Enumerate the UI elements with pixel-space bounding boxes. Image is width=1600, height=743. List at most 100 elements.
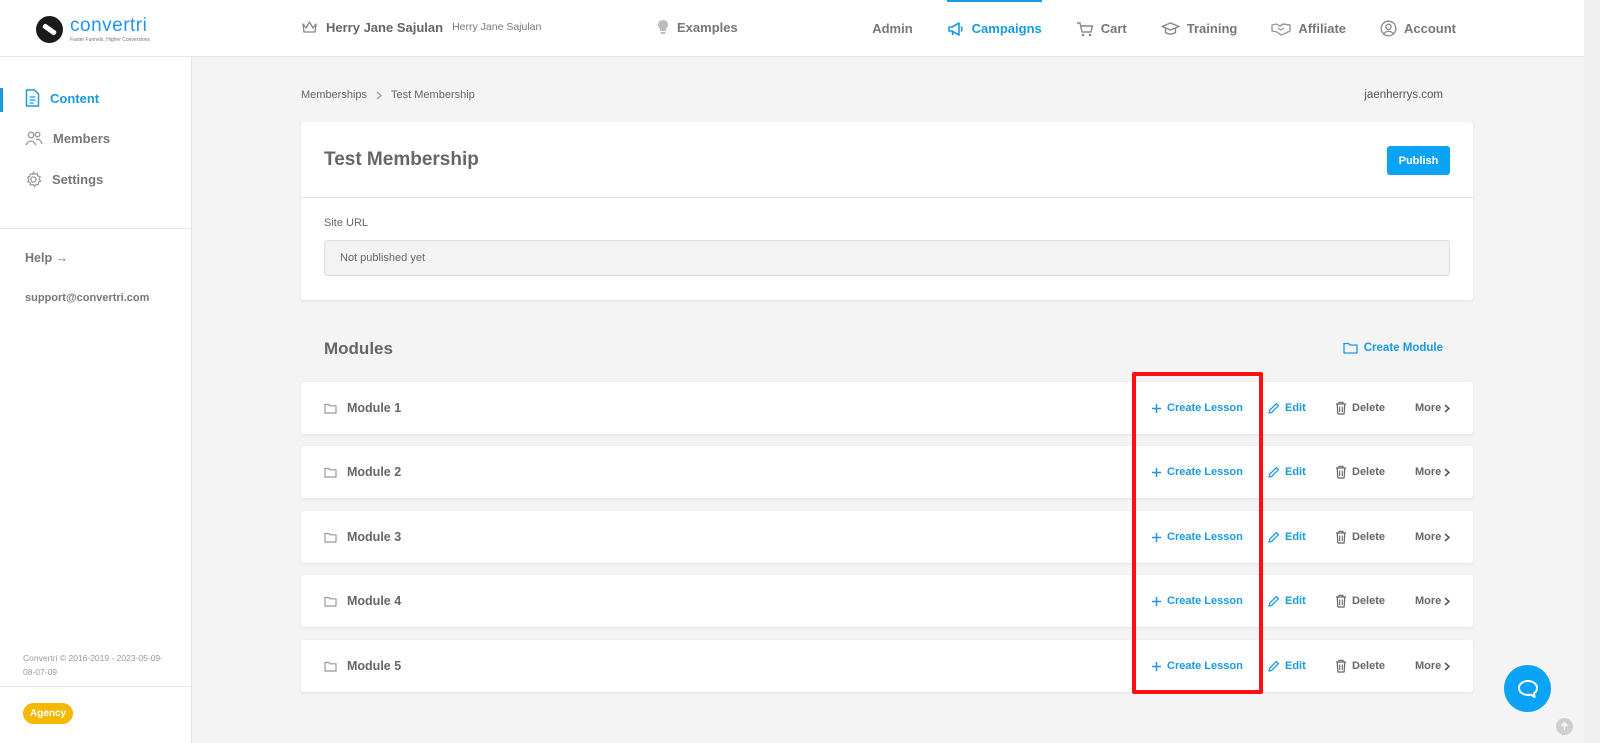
nav-account-label: Account bbox=[1404, 21, 1456, 36]
module-title[interactable]: Module 5 bbox=[324, 640, 401, 692]
crown-icon bbox=[301, 19, 318, 35]
nav-account[interactable]: Account bbox=[1380, 0, 1456, 57]
domain-link[interactable]: jaenherrys.com bbox=[1364, 89, 1443, 101]
page-scrollbar[interactable] bbox=[1584, 0, 1600, 743]
create-lesson-button[interactable]: Create Lesson bbox=[1151, 511, 1243, 563]
delete-module-button[interactable]: Delete bbox=[1335, 511, 1385, 563]
copyright-text: Convertri © 2016-2019 - 2023-05-09-08-07… bbox=[23, 653, 163, 677]
breadcrumb: Memberships Test Membership bbox=[301, 89, 475, 101]
module-title[interactable]: Module 3 bbox=[324, 511, 401, 563]
module-row[interactable]: Module 1 Create Lesson Edit Delete More bbox=[301, 382, 1473, 434]
publish-button[interactable]: Publish bbox=[1387, 146, 1450, 175]
more-module-button[interactable]: More bbox=[1415, 382, 1451, 434]
edit-module-button[interactable]: Edit bbox=[1267, 511, 1306, 563]
cart-icon bbox=[1076, 21, 1094, 37]
examples-label: Examples bbox=[677, 19, 738, 35]
examples-link[interactable]: Examples bbox=[657, 19, 738, 35]
sidebar-divider bbox=[0, 228, 191, 229]
folder-icon bbox=[324, 532, 337, 543]
pencil-icon bbox=[1267, 402, 1280, 415]
nav-cart[interactable]: Cart bbox=[1076, 0, 1127, 57]
chat-bubble-icon bbox=[1517, 679, 1539, 699]
sidebar-item-members[interactable]: Members bbox=[25, 130, 110, 146]
pencil-icon bbox=[1267, 466, 1280, 479]
edit-label: Edit bbox=[1285, 531, 1306, 543]
edit-label: Edit bbox=[1285, 402, 1306, 414]
folder-icon bbox=[324, 467, 337, 478]
more-module-button[interactable]: More bbox=[1415, 640, 1451, 692]
help-link[interactable]: Help → bbox=[25, 251, 68, 265]
module-name: Module 5 bbox=[347, 659, 402, 673]
module-name: Module 2 bbox=[347, 465, 402, 479]
sidebar-item-label: Settings bbox=[52, 172, 104, 187]
create-lesson-button[interactable]: Create Lesson bbox=[1151, 640, 1243, 692]
create-module-button[interactable]: Create Module bbox=[1343, 342, 1443, 354]
scroll-to-top-button[interactable] bbox=[1556, 718, 1573, 735]
edit-label: Edit bbox=[1285, 660, 1306, 672]
breadcrumb-memberships[interactable]: Memberships bbox=[301, 89, 367, 101]
sidebar: Content Members Settings Help → support@… bbox=[0, 57, 192, 743]
more-module-button[interactable]: More bbox=[1415, 446, 1451, 498]
create-lesson-label: Create Lesson bbox=[1167, 531, 1243, 543]
sidebar-active-indicator bbox=[0, 88, 3, 112]
more-module-button[interactable]: More bbox=[1415, 511, 1451, 563]
nav-admin[interactable]: Admin bbox=[872, 0, 912, 57]
edit-module-button[interactable]: Edit bbox=[1267, 575, 1306, 627]
module-title[interactable]: Module 1 bbox=[324, 382, 401, 434]
sidebar-item-settings[interactable]: Settings bbox=[25, 171, 103, 188]
more-label: More bbox=[1415, 660, 1442, 672]
module-row[interactable]: Module 4 Create Lesson Edit Delete More bbox=[301, 575, 1473, 627]
folder-icon bbox=[324, 661, 337, 672]
plus-icon bbox=[1151, 532, 1162, 543]
page-title: Test Membership bbox=[324, 149, 479, 170]
nav-campaigns[interactable]: Campaigns bbox=[946, 0, 1042, 57]
delete-module-button[interactable]: Delete bbox=[1335, 575, 1385, 627]
module-row[interactable]: Module 5 Create Lesson Edit Delete More bbox=[301, 640, 1473, 692]
create-lesson-button[interactable]: Create Lesson bbox=[1151, 575, 1243, 627]
create-lesson-label: Create Lesson bbox=[1167, 595, 1243, 607]
more-module-button[interactable]: More bbox=[1415, 575, 1451, 627]
chevron-right-icon bbox=[1444, 403, 1451, 413]
trash-icon bbox=[1335, 594, 1347, 608]
delete-module-button[interactable]: Delete bbox=[1335, 382, 1385, 434]
module-name: Module 4 bbox=[347, 594, 402, 608]
edit-label: Edit bbox=[1285, 466, 1306, 478]
folder-icon bbox=[324, 403, 337, 414]
module-row[interactable]: Module 3 Create Lesson Edit Delete More bbox=[301, 511, 1473, 563]
people-icon bbox=[25, 130, 43, 146]
convertri-logo[interactable]: convertri Faster Funnels, Higher Convers… bbox=[36, 13, 150, 45]
user-block[interactable]: Herry Jane Sajulan Herry Jane Sajulan bbox=[301, 19, 541, 35]
edit-module-button[interactable]: Edit bbox=[1267, 640, 1306, 692]
user-circle-icon bbox=[1380, 20, 1397, 37]
trash-icon bbox=[1335, 401, 1347, 415]
module-title[interactable]: Module 4 bbox=[324, 575, 401, 627]
site-url-field[interactable]: Not published yet bbox=[324, 240, 1450, 276]
agency-badge: Agency bbox=[23, 703, 74, 724]
edit-module-button[interactable]: Edit bbox=[1267, 382, 1306, 434]
main-nav: Admin Campaigns Cart Training Affiliate bbox=[872, 0, 1456, 57]
trash-icon bbox=[1335, 659, 1347, 673]
pencil-icon bbox=[1267, 660, 1280, 673]
support-email[interactable]: support@convertri.com bbox=[25, 292, 149, 304]
create-lesson-button[interactable]: Create Lesson bbox=[1151, 382, 1243, 434]
more-label: More bbox=[1415, 402, 1442, 414]
pencil-icon bbox=[1267, 595, 1280, 608]
modules-heading: Modules bbox=[324, 339, 393, 358]
nav-admin-label: Admin bbox=[872, 21, 913, 36]
module-title[interactable]: Module 2 bbox=[324, 446, 401, 498]
graduation-cap-icon bbox=[1161, 21, 1180, 37]
nav-affiliate[interactable]: Affiliate bbox=[1271, 0, 1346, 57]
sidebar-item-content[interactable]: Content bbox=[25, 89, 99, 107]
module-name: Module 1 bbox=[347, 401, 402, 415]
module-row[interactable]: Module 2 Create Lesson Edit Delete More bbox=[301, 446, 1473, 498]
delete-module-button[interactable]: Delete bbox=[1335, 446, 1385, 498]
chat-button[interactable] bbox=[1504, 665, 1551, 712]
delete-module-button[interactable]: Delete bbox=[1335, 640, 1385, 692]
create-lesson-label: Create Lesson bbox=[1167, 402, 1243, 414]
create-lesson-button[interactable]: Create Lesson bbox=[1151, 446, 1243, 498]
nav-training[interactable]: Training bbox=[1161, 0, 1237, 57]
edit-module-button[interactable]: Edit bbox=[1267, 446, 1306, 498]
sidebar-item-label: Members bbox=[53, 130, 111, 146]
chevron-right-icon bbox=[1444, 467, 1451, 477]
plus-icon bbox=[1151, 661, 1162, 672]
